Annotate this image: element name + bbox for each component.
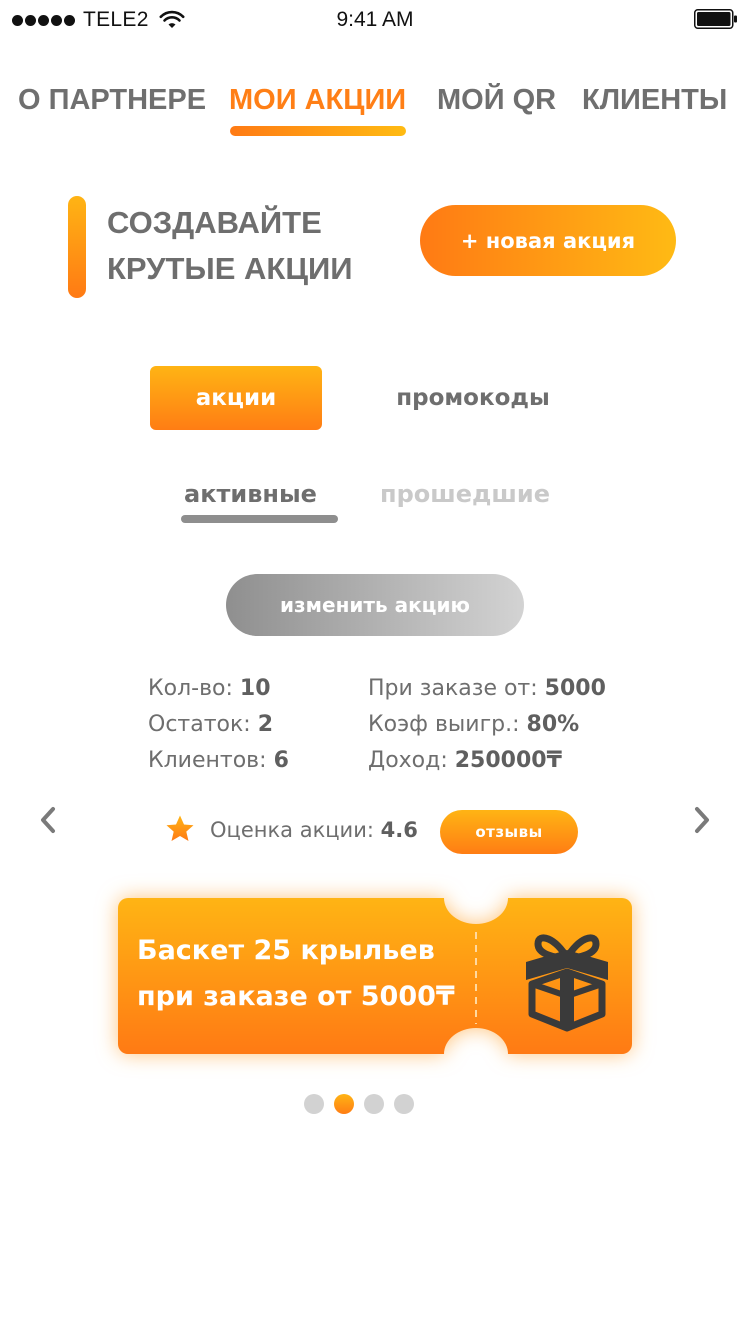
stat-remaining-label: Остаток: xyxy=(148,712,251,737)
tab-my-qr[interactable]: МОЙ QR xyxy=(437,80,556,120)
stat-quantity-value: 10 xyxy=(239,676,271,701)
stat-income: Доход: 250000₸ xyxy=(368,743,606,779)
page-dot-active[interactable] xyxy=(334,1094,354,1114)
subtab-active[interactable]: активные xyxy=(184,474,317,514)
edit-promotion-button[interactable]: изменить акцию xyxy=(226,574,524,636)
hero-title-line2: КРУТЫЕ АКЦИИ xyxy=(107,251,353,286)
gift-icon xyxy=(526,934,608,1032)
stat-min-order: При заказе от: 5000 xyxy=(368,671,606,707)
stat-quantity-label: Кол-во: xyxy=(148,676,233,701)
hero-title: СОЗДАВАЙТЕ КРУТЫЕ АКЦИИ xyxy=(107,200,407,292)
status-time: 9:41 AM xyxy=(336,8,414,31)
stat-remaining-value: 2 xyxy=(257,712,273,737)
ticket-text: Баскет 25 крыльев при заказе от 5000₸ xyxy=(137,928,467,1020)
tab-clients[interactable]: КЛИЕНТЫ xyxy=(582,80,727,120)
battery-icon xyxy=(694,9,737,29)
hero-accent-bar xyxy=(68,196,86,298)
rating-value: 4.6 xyxy=(380,818,418,842)
segment-promocodes[interactable]: промокоды xyxy=(372,366,574,430)
chevron-right-icon[interactable] xyxy=(682,800,722,840)
stat-win-coef-label: Коэф выигр.: xyxy=(368,712,520,737)
stat-win-coef-value: 80% xyxy=(526,712,580,737)
tab-my-promotions[interactable]: МОИ АКЦИИ xyxy=(229,80,406,120)
stat-min-order-label: При заказе от: xyxy=(368,676,538,701)
subtab-past[interactable]: прошедшие xyxy=(380,474,550,514)
segment-promotions[interactable]: акции xyxy=(150,366,322,430)
active-tab-underline xyxy=(230,126,406,136)
stats-left: Кол-во: 10 Остаток: 2 Клиентов: 6 xyxy=(148,671,289,779)
page-dot[interactable] xyxy=(304,1094,324,1114)
rating: Оценка акции: 4.6 xyxy=(210,812,418,848)
stat-income-label: Доход: xyxy=(368,748,448,773)
rating-label: Оценка акции: xyxy=(210,818,374,842)
stat-clients-value: 6 xyxy=(273,748,289,773)
stat-min-order-value: 5000 xyxy=(544,676,606,701)
stats-right: При заказе от: 5000 Коэф выигр.: 80% Дох… xyxy=(368,671,606,779)
stat-win-coef: Коэф выигр.: 80% xyxy=(368,707,606,743)
stat-income-value: 250000₸ xyxy=(454,748,562,773)
stat-clients: Клиентов: 6 xyxy=(148,743,289,779)
stat-remaining: Остаток: 2 xyxy=(148,707,289,743)
reviews-button[interactable]: отзывы xyxy=(440,810,578,854)
ticket-line1: Баскет 25 крыльев xyxy=(137,935,435,966)
ticket-line2: при заказе от 5000₸ xyxy=(137,981,455,1012)
subtab-underline xyxy=(181,515,338,523)
pagination-dots xyxy=(304,1094,414,1114)
stat-quantity: Кол-во: 10 xyxy=(148,671,289,707)
hero-title-line1: СОЗДАВАЙТЕ xyxy=(107,205,322,240)
chevron-left-icon[interactable] xyxy=(28,800,68,840)
stat-clients-label: Клиентов: xyxy=(148,748,267,773)
page-dot[interactable] xyxy=(394,1094,414,1114)
star-icon xyxy=(166,815,194,841)
tab-about-partner[interactable]: О ПАРТНЕРЕ xyxy=(18,80,206,120)
new-promotion-button[interactable]: + новая акция xyxy=(420,205,676,276)
page-dot[interactable] xyxy=(364,1094,384,1114)
